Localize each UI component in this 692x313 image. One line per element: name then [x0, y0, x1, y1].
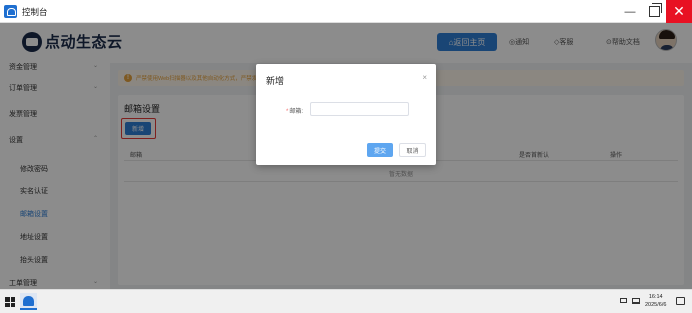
- window-titlebar: 控制台 — ✕: [0, 0, 692, 23]
- submit-button[interactable]: 提交: [367, 143, 393, 157]
- notification-center-icon[interactable]: [676, 297, 685, 305]
- required-mark: *: [286, 109, 289, 115]
- taskbar-app-icon[interactable]: [20, 293, 37, 310]
- windows-start-icon[interactable]: [5, 297, 15, 307]
- cancel-button[interactable]: 取消: [399, 143, 426, 157]
- add-email-dialog: 新增 × *邮箱: 提交 取消: [256, 64, 436, 165]
- network-icon[interactable]: [632, 298, 640, 304]
- minimize-button[interactable]: —: [618, 0, 642, 23]
- email-label-text: 邮箱:: [289, 109, 304, 115]
- maximize-button[interactable]: [642, 0, 666, 23]
- taskbar: 16:14 2025/6/6: [0, 289, 692, 313]
- clock-time: 16:14: [648, 294, 663, 300]
- clock-date: 2025/6/6: [645, 302, 667, 308]
- taskbar-clock[interactable]: 16:14 2025/6/6: [645, 293, 666, 309]
- dialog-title: 新增: [266, 76, 285, 86]
- close-icon[interactable]: ×: [422, 73, 427, 82]
- close-button[interactable]: ✕: [666, 0, 692, 23]
- email-field-label: *邮箱:: [286, 106, 303, 115]
- app-icon: [4, 5, 17, 18]
- battery-icon[interactable]: [620, 298, 627, 303]
- restore-icon: [648, 3, 662, 17]
- email-field[interactable]: [310, 102, 409, 116]
- window-title: 控制台: [22, 7, 48, 17]
